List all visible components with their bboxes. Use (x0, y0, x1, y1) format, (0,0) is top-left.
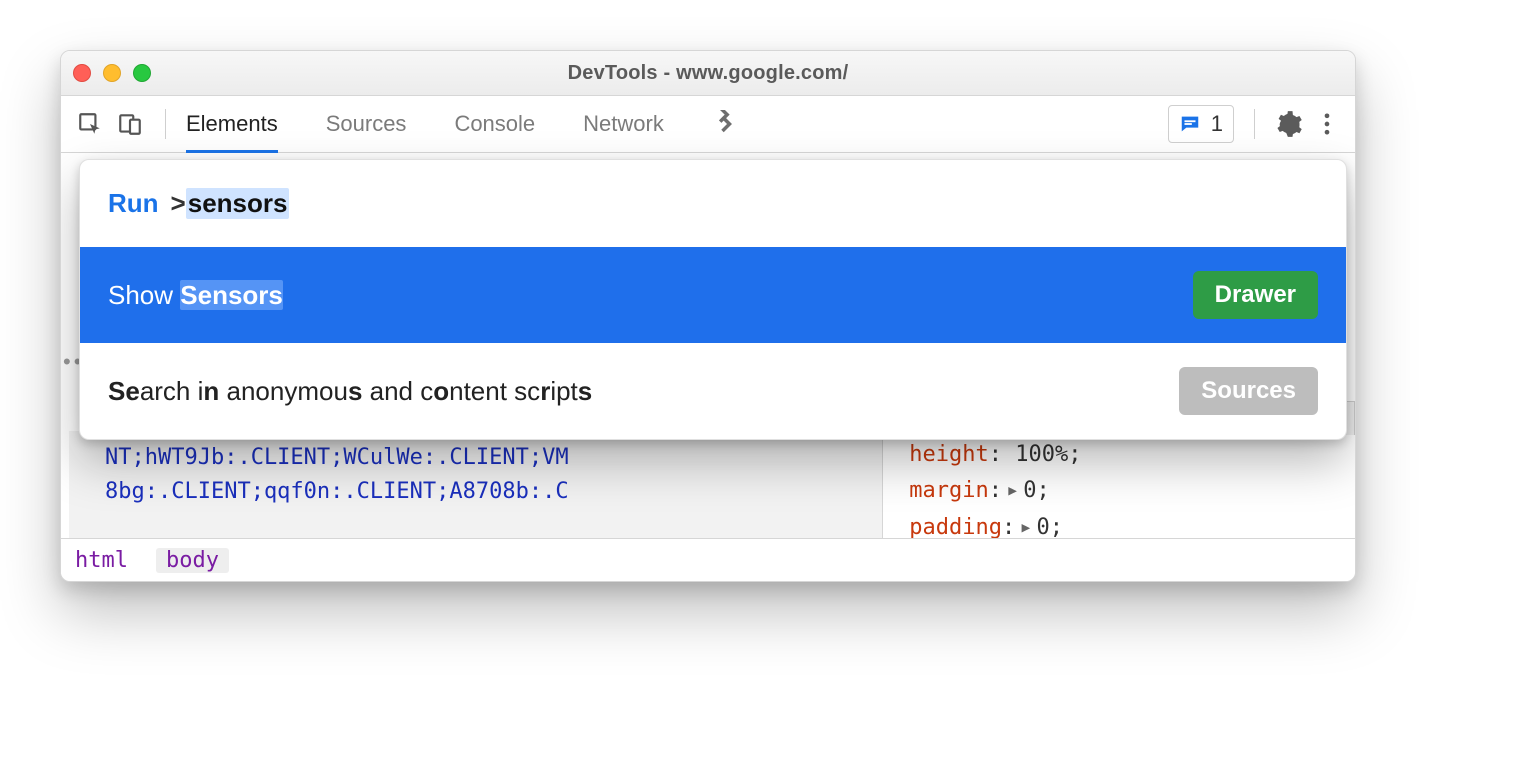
panel-tabs: Elements Sources Console Network (186, 96, 740, 152)
zoom-window-icon[interactable] (133, 64, 151, 82)
tab-label: Network (583, 111, 664, 137)
command-result-label: Search in anonymous and content scripts (108, 376, 592, 407)
toolbar-divider (165, 109, 166, 139)
close-window-icon[interactable] (73, 64, 91, 82)
settings-icon[interactable] (1275, 110, 1303, 138)
toolbar-divider (1254, 109, 1255, 139)
css-rule: height: 100%; (909, 437, 1321, 473)
devtools-toolbar: Elements Sources Console Network 1 (61, 96, 1355, 153)
window-controls (73, 64, 151, 82)
run-label: Run (108, 188, 159, 219)
command-input-row[interactable]: Run >sensors (80, 160, 1346, 247)
tab-label: Console (454, 111, 535, 137)
tab-network[interactable]: Network (583, 96, 664, 152)
command-result[interactable]: Search in anonymous and content scripts … (80, 343, 1346, 439)
inspect-icon[interactable] (75, 109, 105, 139)
kebab-menu-icon[interactable] (1313, 110, 1341, 138)
message-icon (1179, 113, 1201, 135)
crumb-body[interactable]: body (156, 548, 229, 573)
window-title: DevTools - www.google.com/ (61, 62, 1355, 85)
device-toggle-icon[interactable] (115, 109, 145, 139)
command-prefix: > (171, 188, 186, 219)
titlebar: DevTools - www.google.com/ (61, 51, 1355, 96)
tab-console[interactable]: Console (454, 96, 535, 152)
minimize-window-icon[interactable] (103, 64, 121, 82)
command-result[interactable]: Show Sensors Drawer (80, 247, 1346, 343)
css-rule: margin:▸0; (909, 473, 1321, 509)
tab-label: Elements (186, 111, 278, 137)
command-result-label: Show Sensors (108, 280, 283, 311)
messages-button[interactable]: 1 (1168, 105, 1234, 143)
crumb-html[interactable]: html (75, 548, 128, 573)
breadcrumb: html body (61, 538, 1355, 581)
command-query: sensors (186, 188, 290, 219)
command-menu: Run >sensors Show Sensors Drawer Search … (79, 159, 1347, 440)
more-tabs-icon[interactable] (712, 110, 740, 138)
tab-elements[interactable]: Elements (186, 96, 278, 152)
command-result-badge: Drawer (1193, 271, 1318, 319)
message-count: 1 (1211, 111, 1223, 137)
tab-sources[interactable]: Sources (326, 96, 407, 152)
command-result-badge: Sources (1179, 367, 1318, 415)
tab-label: Sources (326, 111, 407, 137)
devtools-window: DevTools - www.google.com/ Elements Sour… (60, 50, 1356, 582)
